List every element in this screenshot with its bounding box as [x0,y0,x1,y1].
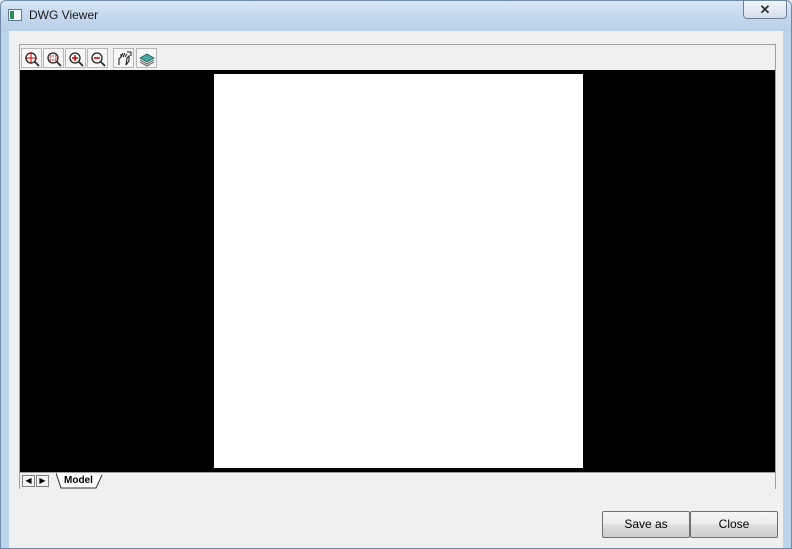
drawing-canvas[interactable] [20,70,775,472]
dialog-client-area: ◀ ▶ Model Save as Close [9,31,783,548]
title-bar[interactable]: DWG Viewer ✕ [1,1,791,31]
dwg-viewer-window: DWG Viewer ✕ ◀ ▶ Model Save as Close [0,0,792,549]
zoom-extents-button[interactable] [21,48,42,68]
save-as-button[interactable]: Save as [602,511,690,538]
zoom-out-icon [91,52,106,67]
window-close-button[interactable]: ✕ [743,1,787,19]
zoom-window-icon [47,52,62,67]
layers-button[interactable] [136,48,157,68]
pan-button[interactable] [113,48,134,68]
tab-model-label: Model [64,475,93,486]
layout-tab-bar: ◀ ▶ Model [20,472,775,489]
layers-icon [139,53,155,67]
tab-next-button[interactable]: ▶ [36,475,49,487]
zoom-in-icon [69,52,84,67]
viewer-toolbar [20,45,775,70]
zoom-extents-icon [25,52,40,67]
window-title: DWG Viewer [29,8,99,22]
pan-hand-icon [118,51,132,66]
tab-prev-button[interactable]: ◀ [22,475,35,487]
paper-sheet [214,74,583,468]
zoom-out-button[interactable] [87,48,108,68]
close-button[interactable]: Close [690,511,778,538]
app-icon [8,9,22,21]
drawing-viewer: ◀ ▶ Model [19,44,776,489]
tab-model[interactable]: Model [56,473,103,489]
zoom-window-button[interactable] [43,48,64,68]
zoom-in-button[interactable] [65,48,86,68]
